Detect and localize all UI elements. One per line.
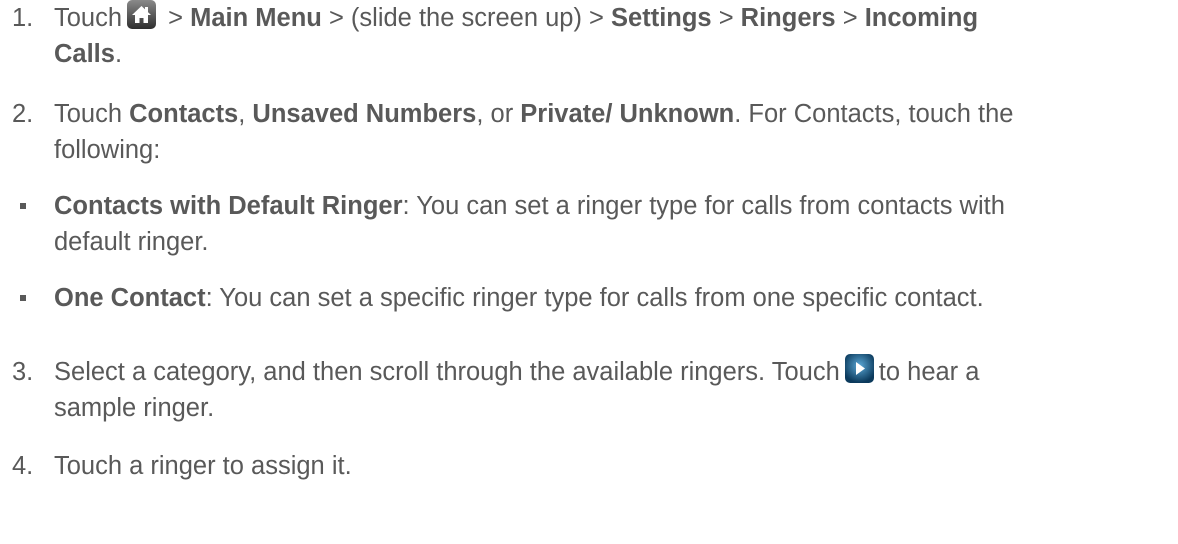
step-line: following: [54,132,1164,168]
calls-label: Calls [54,40,115,68]
bullet-line: default ringer. [54,224,1164,260]
step-line: Calls. [54,36,1164,72]
main-menu-label: Main Menu [190,4,322,32]
incoming-label: Incoming [864,4,979,32]
bullet-marker [20,295,26,301]
unsaved-numbers-label: Unsaved Numbers [252,100,477,128]
step-text: Touch > Main Menu > (slide the screen up… [54,0,1164,72]
touch-text: Touch [54,100,130,128]
separator-text: , [238,100,253,128]
step-text: Touch Contacts, Unsaved Numbers, or Priv… [54,96,1164,168]
step-number: 3. [12,358,34,386]
bullet-line: Contacts with Default Ringer: You can se… [54,188,1164,224]
instruction-document: 1. Touch > Main Menu > (slide the screen… [0,0,1178,544]
step-text-rest: Touch a ringer to assign it. [54,452,352,480]
home-icon [127,0,157,29]
bullet-text: Contacts with Default Ringer: You can se… [54,188,1164,260]
contacts-label: Contacts [129,100,239,128]
bullet-title: One Contact [54,284,206,312]
step-line: sample ringer. [54,390,1164,426]
step-text-rest: sample ringer. [54,394,215,422]
bullet-title: Contacts with Default Ringer [54,192,403,220]
play-icon [844,354,874,383]
ringers-label: Ringers [740,4,836,32]
bullet-text: One Contact: You can set a specific ring… [54,280,1164,316]
separator-text: > (slide the screen up) > [321,4,612,32]
bullet-description: : You can set a ringer type for calls fr… [402,192,1005,220]
step-line: Touch Contacts, Unsaved Numbers, or Priv… [54,96,1164,132]
step-number: 4. [12,452,34,480]
step-number: 2. [12,100,34,128]
touch-text: Touch [54,4,123,32]
bullet-line: One Contact: You can set a specific ring… [54,280,1164,316]
step-text-rest: to hear a [878,358,980,386]
bullet-description: : You can set a specific ringer type for… [205,284,984,312]
separator-text: > [711,4,741,32]
step-text: Select a category, and then scroll throu… [54,354,1164,426]
period-text: . [114,40,123,68]
step-line: Touch a ringer to assign it. [54,448,1164,484]
step-line: Touch > Main Menu > (slide the screen up… [54,0,1164,36]
step-line: Select a category, and then scroll throu… [54,354,1164,390]
step-text-rest: Select a category, and then scroll throu… [54,358,840,386]
bullet-description: default ringer. [54,228,209,256]
step-text-rest: . For Contacts, touch the [734,100,1014,128]
separator-text: > [161,4,191,32]
step-text: Touch a ringer to assign it. [54,448,1164,484]
bullet-marker [20,203,26,209]
step-text-rest: following: [54,136,161,164]
settings-label: Settings [611,4,712,32]
separator-text: , or [476,100,521,128]
private-unknown-label: Private/ Unknown [520,100,735,128]
separator-text: > [835,4,865,32]
step-number: 1. [12,4,34,32]
